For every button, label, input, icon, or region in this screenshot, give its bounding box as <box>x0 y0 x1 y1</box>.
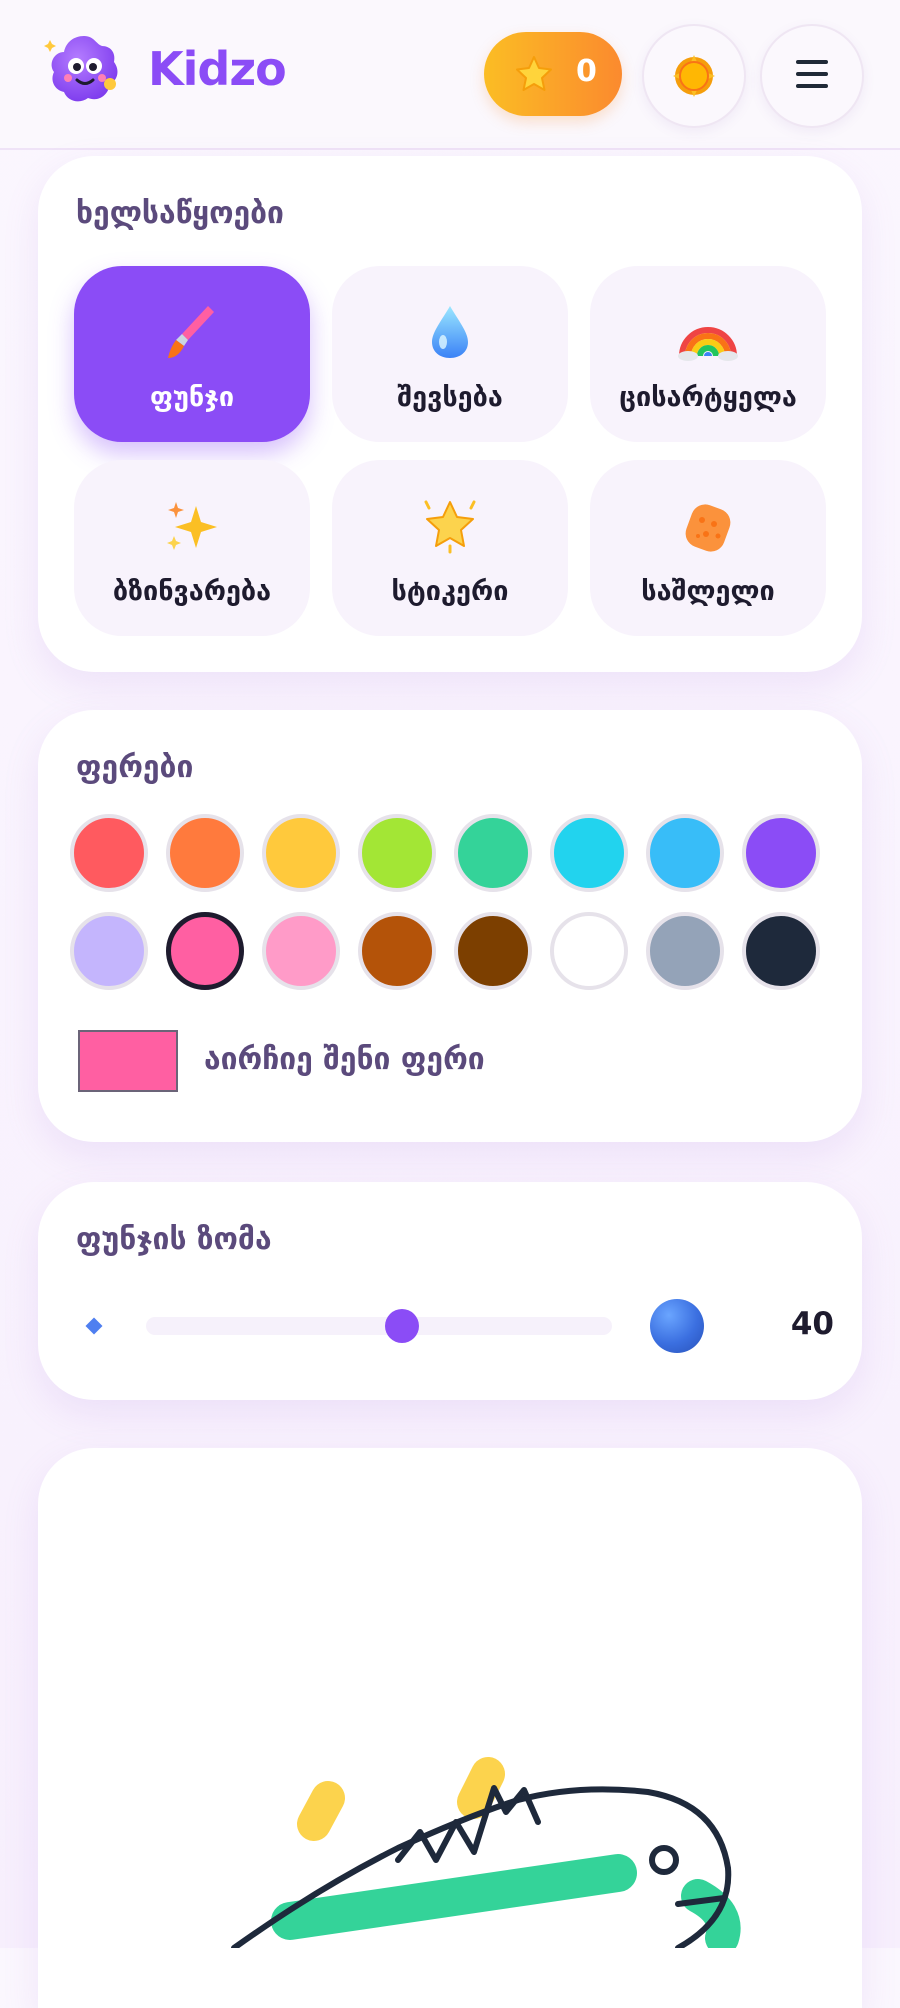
color-swatch[interactable] <box>70 912 148 990</box>
tools-panel: ხელსაწყოები ფუნჯი შევსება ცისარტყელა ბზი… <box>38 156 862 672</box>
color-swatch[interactable] <box>550 814 628 892</box>
theme-toggle-button[interactable] <box>642 24 746 128</box>
purple-monster-logo-icon[interactable] <box>44 30 124 110</box>
color-swatch[interactable] <box>262 912 340 990</box>
brush-size-value: 40 <box>790 1306 834 1342</box>
custom-color-label: აირჩიე შენი ფერი <box>204 1042 485 1077</box>
brush-size-slider[interactable] <box>146 1317 612 1335</box>
tool-eraser-button[interactable]: საშლელი <box>590 460 826 636</box>
tool-sparkle-button[interactable]: ბზინვარება <box>74 460 310 636</box>
tool-sticker-button[interactable]: სტიკერი <box>332 460 568 636</box>
sparkles-icon <box>74 496 310 556</box>
drawing-strokes <box>231 1757 741 1948</box>
tool-label: საშლელი <box>641 576 775 607</box>
tool-fill-button[interactable]: შევსება <box>332 266 568 442</box>
tool-label: ცისარტყელა <box>619 382 797 413</box>
color-swatch[interactable] <box>358 912 436 990</box>
tool-label: ბზინვარება <box>112 576 272 607</box>
colors-title: ფერები <box>76 750 194 785</box>
droplet-icon <box>332 302 568 362</box>
brand-name: Kidzo <box>148 42 287 96</box>
menu-button[interactable] <box>760 24 864 128</box>
colors-panel: ფერები აირჩიე შენი ფერი <box>38 710 862 1142</box>
custom-color-picker[interactable] <box>78 1030 178 1092</box>
stars-count: 0 <box>576 54 597 89</box>
paintbrush-icon <box>74 302 310 362</box>
color-swatch[interactable] <box>742 814 820 892</box>
color-swatch[interactable] <box>262 814 340 892</box>
slider-thumb[interactable] <box>385 1309 420 1343</box>
color-swatch[interactable] <box>70 814 148 892</box>
glowing-star-icon <box>332 496 568 556</box>
tool-label: სტიკერი <box>391 576 509 607</box>
sun-icon <box>673 55 715 97</box>
tools-title: ხელსაწყოები <box>76 196 284 231</box>
app-header: Kidzo 0 <box>0 0 900 150</box>
stars-counter[interactable]: 0 <box>484 32 622 116</box>
sponge-icon <box>590 496 826 556</box>
large-dot-icon <box>650 1299 704 1353</box>
color-swatch[interactable] <box>646 912 724 990</box>
color-swatch[interactable] <box>454 814 532 892</box>
hamburger-menu-icon <box>796 60 828 96</box>
color-swatch[interactable] <box>454 912 532 990</box>
star-icon <box>514 54 554 94</box>
color-swatch[interactable] <box>358 814 436 892</box>
tool-rainbow-button[interactable]: ცისარტყელა <box>590 266 826 442</box>
small-dot-icon <box>85 1317 103 1335</box>
tool-label: ფუნჯი <box>149 382 235 413</box>
drawing-canvas[interactable] <box>38 1448 862 2008</box>
color-swatch[interactable] <box>742 912 820 990</box>
color-swatch[interactable] <box>550 912 628 990</box>
color-swatch[interactable] <box>166 814 244 892</box>
color-swatch[interactable] <box>166 912 244 990</box>
brush-size-title: ფუნჯის ზომა <box>76 1222 272 1257</box>
brush-size-panel: ფუნჯის ზომა 40 <box>38 1182 862 1400</box>
tool-label: შევსება <box>397 382 503 413</box>
color-swatch[interactable] <box>646 814 724 892</box>
rainbow-icon <box>590 302 826 362</box>
tool-brush-button[interactable]: ფუნჯი <box>74 266 310 442</box>
